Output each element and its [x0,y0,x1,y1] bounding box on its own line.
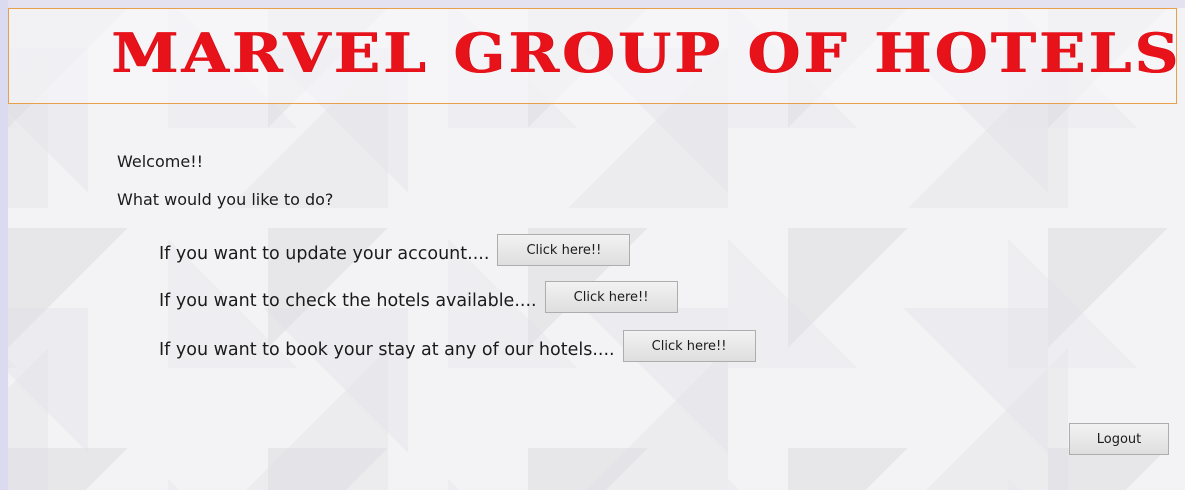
option-check-hotels: If you want to check the hotels availabl… [159,281,678,313]
option-update-account: If you want to update your account.... C… [159,234,631,266]
option-label: If you want to update your account.... [159,244,490,264]
book-stay-button[interactable]: Click here!! [622,330,756,362]
header-banner: MARVEL GROUP OF HOTELS [8,8,1178,104]
update-account-button[interactable]: Click here!! [497,234,631,266]
question-text: What would you like to do? [117,190,334,209]
welcome-text: Welcome!! [117,152,204,171]
page-title: MARVEL GROUP OF HOTELS [111,21,1182,85]
main-window: MARVEL GROUP OF HOTELS Welcome!! What wo… [8,8,1185,490]
option-book-stay: If you want to book your stay at any of … [159,330,756,362]
logout-button[interactable]: Logout [1069,423,1169,455]
check-hotels-button[interactable]: Click here!! [544,281,678,313]
option-label: If you want to check the hotels availabl… [159,291,537,311]
option-label: If you want to book your stay at any of … [159,340,615,360]
window-edge [0,0,8,490]
